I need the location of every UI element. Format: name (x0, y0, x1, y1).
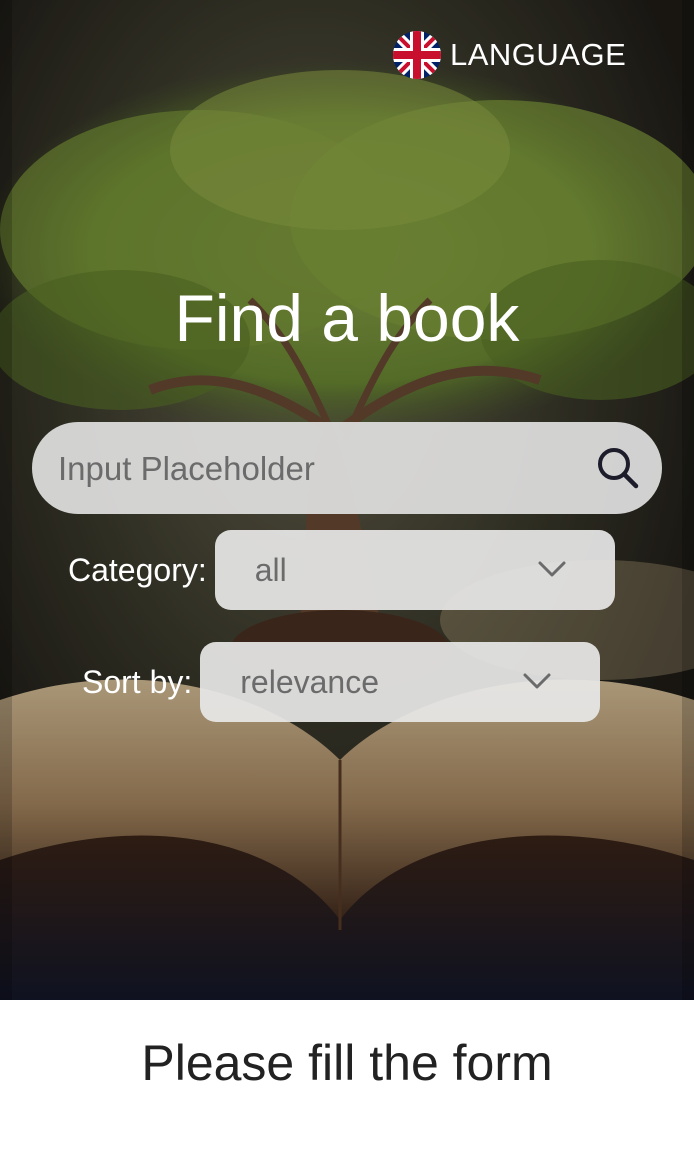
chevron-down-icon (523, 673, 551, 689)
sort-row: Sort by: relevance (82, 642, 601, 722)
chevron-down-icon (538, 561, 566, 577)
search-bar (32, 422, 662, 516)
category-value: all (254, 552, 287, 588)
form-status-message: Please fill the form (141, 1035, 553, 1091)
language-selector[interactable]: LANGUAGE (393, 30, 626, 80)
page-title: Find a book (174, 281, 520, 355)
hero-section: LANGUAGE Find a book Category: all Sort … (0, 0, 694, 1000)
category-select[interactable]: all (214, 530, 615, 610)
search-input[interactable] (56, 422, 580, 516)
language-label: LANGUAGE (450, 37, 627, 72)
category-row: Category: all (68, 530, 615, 610)
left-edge-shade (0, 0, 12, 1000)
sort-value: relevance (240, 664, 380, 700)
right-edge-shade (682, 0, 694, 1000)
uk-flag-icon (393, 31, 441, 79)
sort-select[interactable]: relevance (200, 642, 601, 722)
category-label: Category: (68, 551, 207, 588)
search-icon[interactable] (596, 446, 640, 490)
sort-label: Sort by: (82, 663, 193, 700)
